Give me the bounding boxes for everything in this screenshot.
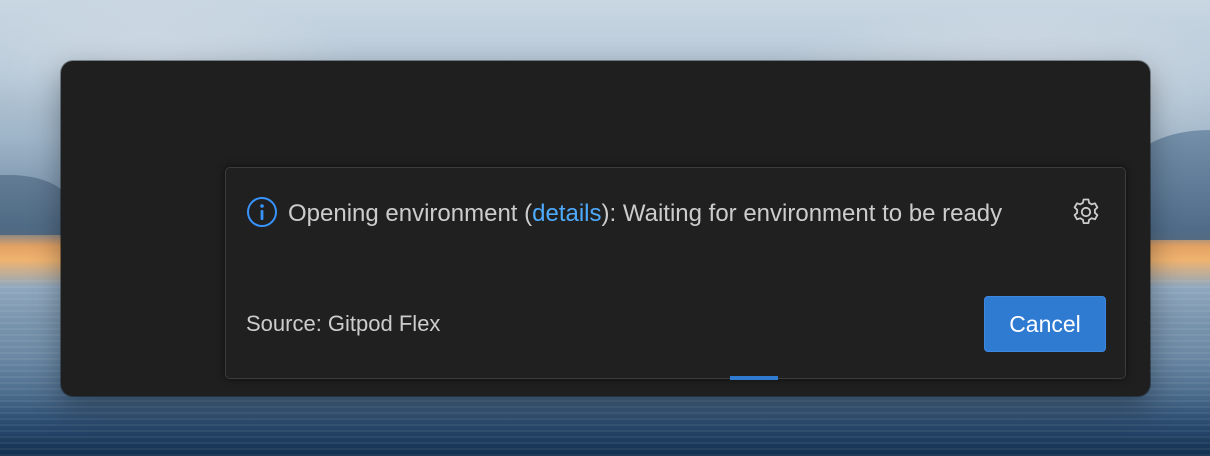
progress-indicator <box>730 376 778 380</box>
info-icon <box>247 197 277 227</box>
message-prefix: Opening environment ( <box>288 200 533 227</box>
gear-icon[interactable] <box>1070 196 1102 228</box>
cancel-button[interactable]: Cancel <box>984 296 1106 352</box>
details-link[interactable]: details <box>532 200 601 227</box>
notification-toast: Opening environment (details): Waiting f… <box>225 167 1126 380</box>
notification-source: Source: Gitpod Flex <box>246 311 441 336</box>
notification-message: Opening environment (details): Waiting f… <box>288 192 1048 236</box>
message-suffix: ): Waiting for environment to be ready <box>601 200 1003 227</box>
